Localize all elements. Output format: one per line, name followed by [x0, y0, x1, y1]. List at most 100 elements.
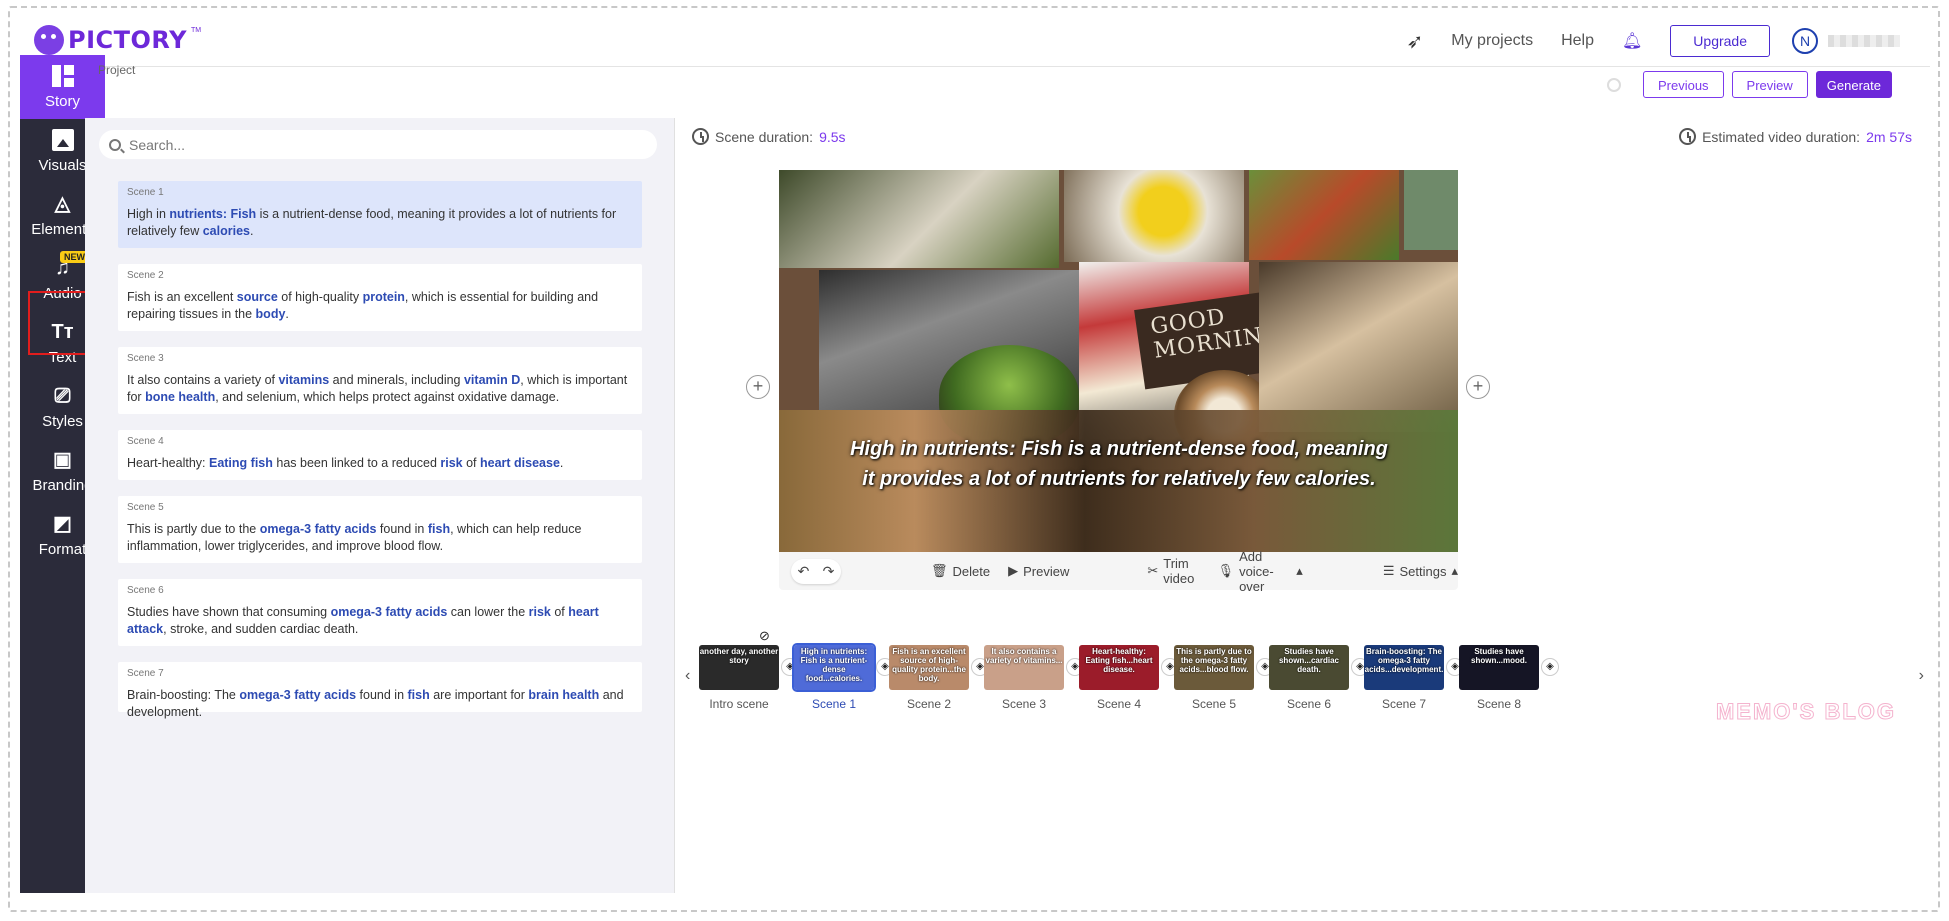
- brand-name: PICTORY: [68, 26, 187, 54]
- add-scene-after-button[interactable]: +: [1466, 375, 1490, 399]
- scene-card-5[interactable]: Scene 5 This is partly due to the omega-…: [118, 496, 642, 563]
- format-icon: ◩: [53, 512, 72, 535]
- styles-icon: ⎚: [54, 384, 71, 407]
- scene-text[interactable]: Heart-healthy: Eating fish has been link…: [127, 455, 633, 472]
- eye-off-icon[interactable]: ⊘: [759, 628, 770, 644]
- add-scene-before-button[interactable]: +: [746, 375, 770, 399]
- thumbnail-text: High in nutrients: Fish is a nutrient-de…: [800, 647, 868, 683]
- scene-label: Scene 1: [127, 187, 164, 198]
- loading-spinner-icon: [1606, 77, 1621, 92]
- octopus-logo-icon: [34, 25, 64, 55]
- story-icon: [51, 64, 74, 87]
- delete-button[interactable]: 🗑︎ Delete: [931, 563, 990, 579]
- scene-thumbnail[interactable]: another day, another story: [699, 645, 779, 690]
- app-window: PICTORY TM ➶ My projects Help 🔔︎ Upgrade…: [20, 15, 1930, 893]
- scene-label: Scene 6: [127, 585, 164, 596]
- food-photo: [779, 170, 1059, 268]
- trademark: TM: [190, 27, 202, 34]
- trim-video-button[interactable]: ✂ Trim video: [1147, 556, 1201, 586]
- pictory-logo[interactable]: PICTORY TM: [34, 25, 201, 55]
- chevron-right-icon[interactable]: ›: [1919, 667, 1924, 685]
- add-voice-over-button[interactable]: 🎙︎ Add voice-over ▴: [1218, 549, 1303, 594]
- briefcase-icon: ▣: [53, 448, 72, 471]
- video-duration-label: Estimated video duration:: [1702, 128, 1861, 145]
- scene-thumbnail[interactable]: Heart-healthy: Eating fish...heart disea…: [1079, 645, 1159, 690]
- preview-label: Preview: [1023, 563, 1070, 579]
- scene-text[interactable]: Brain-boosting: The omega-3 fatty acids …: [127, 687, 633, 721]
- shapes-icon: ◬: [54, 192, 71, 215]
- clock-icon: [692, 128, 709, 145]
- food-photo: [1064, 170, 1244, 262]
- scene-thumbnail[interactable]: This is partly due to the omega-3 fatty …: [1174, 645, 1254, 690]
- scene-text[interactable]: Fish is an excellent source of high-qual…: [127, 289, 633, 323]
- header-actions: Previous Preview Generate: [1606, 71, 1892, 98]
- thumbnail-label[interactable]: Scene 4: [1079, 697, 1159, 711]
- thumbnail-label[interactable]: Intro scene: [699, 697, 779, 711]
- thumbnail-label[interactable]: Scene 7: [1364, 697, 1444, 711]
- scene-thumbnail[interactable]: Studies have shown...cardiac death.: [1269, 645, 1349, 690]
- scene-text[interactable]: High in nutrients: Fish is a nutrient-de…: [127, 206, 633, 240]
- thumbnail-label[interactable]: Scene 8: [1459, 697, 1539, 711]
- scene-label: Scene 3: [127, 353, 164, 364]
- preview-scene-button[interactable]: ▶ Preview: [1008, 563, 1069, 579]
- thumbnail-label[interactable]: Scene 5: [1174, 697, 1254, 711]
- thumbnail-text: another day, another story: [699, 647, 779, 665]
- voice-label: Add voice-over: [1239, 548, 1274, 594]
- generate-button[interactable]: Generate: [1815, 71, 1892, 98]
- layers-icon[interactable]: ◈: [1541, 658, 1559, 676]
- sidebar-item-story[interactable]: Story: [20, 55, 105, 119]
- trash-icon: 🗑︎: [931, 563, 948, 578]
- scene-card-6[interactable]: Scene 6 Studies have shown that consumin…: [118, 579, 642, 646]
- sidebar-item-label: Story: [44, 92, 80, 110]
- avatar[interactable]: N: [1792, 28, 1818, 54]
- thumbnail-label[interactable]: Scene 6: [1269, 697, 1349, 711]
- scene-thumbnail[interactable]: Fish is an excellent source of high-qual…: [889, 645, 969, 690]
- help-link[interactable]: Help: [1561, 32, 1594, 50]
- trim-label: Trim video: [1163, 556, 1195, 586]
- my-projects-link[interactable]: My projects: [1451, 32, 1533, 50]
- scene-card-4[interactable]: Scene 4 Heart-healthy: Eating fish has b…: [118, 430, 642, 480]
- scissors-icon: ✂: [1147, 563, 1159, 578]
- thumbnail-text: It also contains a variety of vitamins..…: [985, 647, 1063, 665]
- chevron-left-icon[interactable]: ‹: [685, 667, 690, 685]
- image-icon: [51, 128, 74, 151]
- scene-card-2[interactable]: Scene 2 Fish is an excellent source of h…: [118, 264, 642, 331]
- sidebar-item-label: Visuals: [38, 156, 87, 174]
- search-icon: [109, 138, 121, 151]
- bell-icon[interactable]: 🔔︎: [1622, 31, 1642, 51]
- undo-icon[interactable]: ↶: [791, 559, 816, 584]
- previous-button[interactable]: Previous: [1642, 71, 1724, 98]
- thumbnail-label[interactable]: Scene 3: [984, 697, 1064, 711]
- scene-thumbnail[interactable]: High in nutrients: Fish is a nutrient-de…: [792, 643, 876, 692]
- scene-duration-value[interactable]: 9.5s: [819, 129, 845, 145]
- rocket-icon[interactable]: ➶: [1407, 29, 1424, 54]
- scene-thumbnail[interactable]: Brain-boosting: The omega-3 fatty acids.…: [1364, 645, 1444, 690]
- scene-thumbnail[interactable]: It also contains a variety of vitamins..…: [984, 645, 1064, 690]
- search-input[interactable]: Search...: [129, 137, 185, 153]
- thumbnail-text: Studies have shown...mood.: [1471, 647, 1527, 665]
- delete-label: Delete: [952, 563, 991, 579]
- settings-button[interactable]: ☰ Settings ▴: [1383, 563, 1458, 579]
- dessert-photo: [1259, 262, 1458, 432]
- preview-button[interactable]: Preview: [1731, 71, 1808, 98]
- user-menu[interactable]: N: [1792, 28, 1900, 54]
- scene-card-1[interactable]: Scene 1 High in nutrients: Fish is a nut…: [118, 181, 642, 248]
- upgrade-button[interactable]: Upgrade: [1670, 25, 1770, 57]
- thumbnail-label[interactable]: Scene 1: [794, 697, 874, 711]
- scene-caption[interactable]: High in nutrients: Fish is a nutrient-de…: [849, 434, 1389, 494]
- search-bar[interactable]: Search...: [99, 130, 657, 159]
- sidebar-item-label: Branding: [32, 476, 93, 494]
- scene-text[interactable]: It also contains a variety of vitamins a…: [127, 372, 633, 406]
- scene-card-3[interactable]: Scene 3 It also contains a variety of vi…: [118, 347, 642, 414]
- canvas-toolbar: ↶ ↷ 🗑︎ Delete ▶ Preview ✂ Trim video 🎙︎ …: [779, 549, 1458, 594]
- scene-label: Scene 4: [127, 436, 164, 447]
- scene-thumbnail[interactable]: Studies have shown...mood.: [1459, 645, 1539, 690]
- scene-card-7[interactable]: Scene 7 Brain-boosting: The omega-3 fatt…: [118, 662, 642, 719]
- scene-label: Scene 2: [127, 270, 164, 281]
- scene-text[interactable]: This is partly due to the omega-3 fatty …: [127, 521, 633, 555]
- breadcrumb: Project: [98, 63, 136, 77]
- scene-preview-canvas[interactable]: GOOD MORNING High in nutrients: Fish is …: [779, 170, 1458, 552]
- redo-icon[interactable]: ↷: [816, 559, 841, 584]
- scene-text[interactable]: Studies have shown that consuming omega-…: [127, 604, 633, 638]
- thumbnail-label[interactable]: Scene 2: [889, 697, 969, 711]
